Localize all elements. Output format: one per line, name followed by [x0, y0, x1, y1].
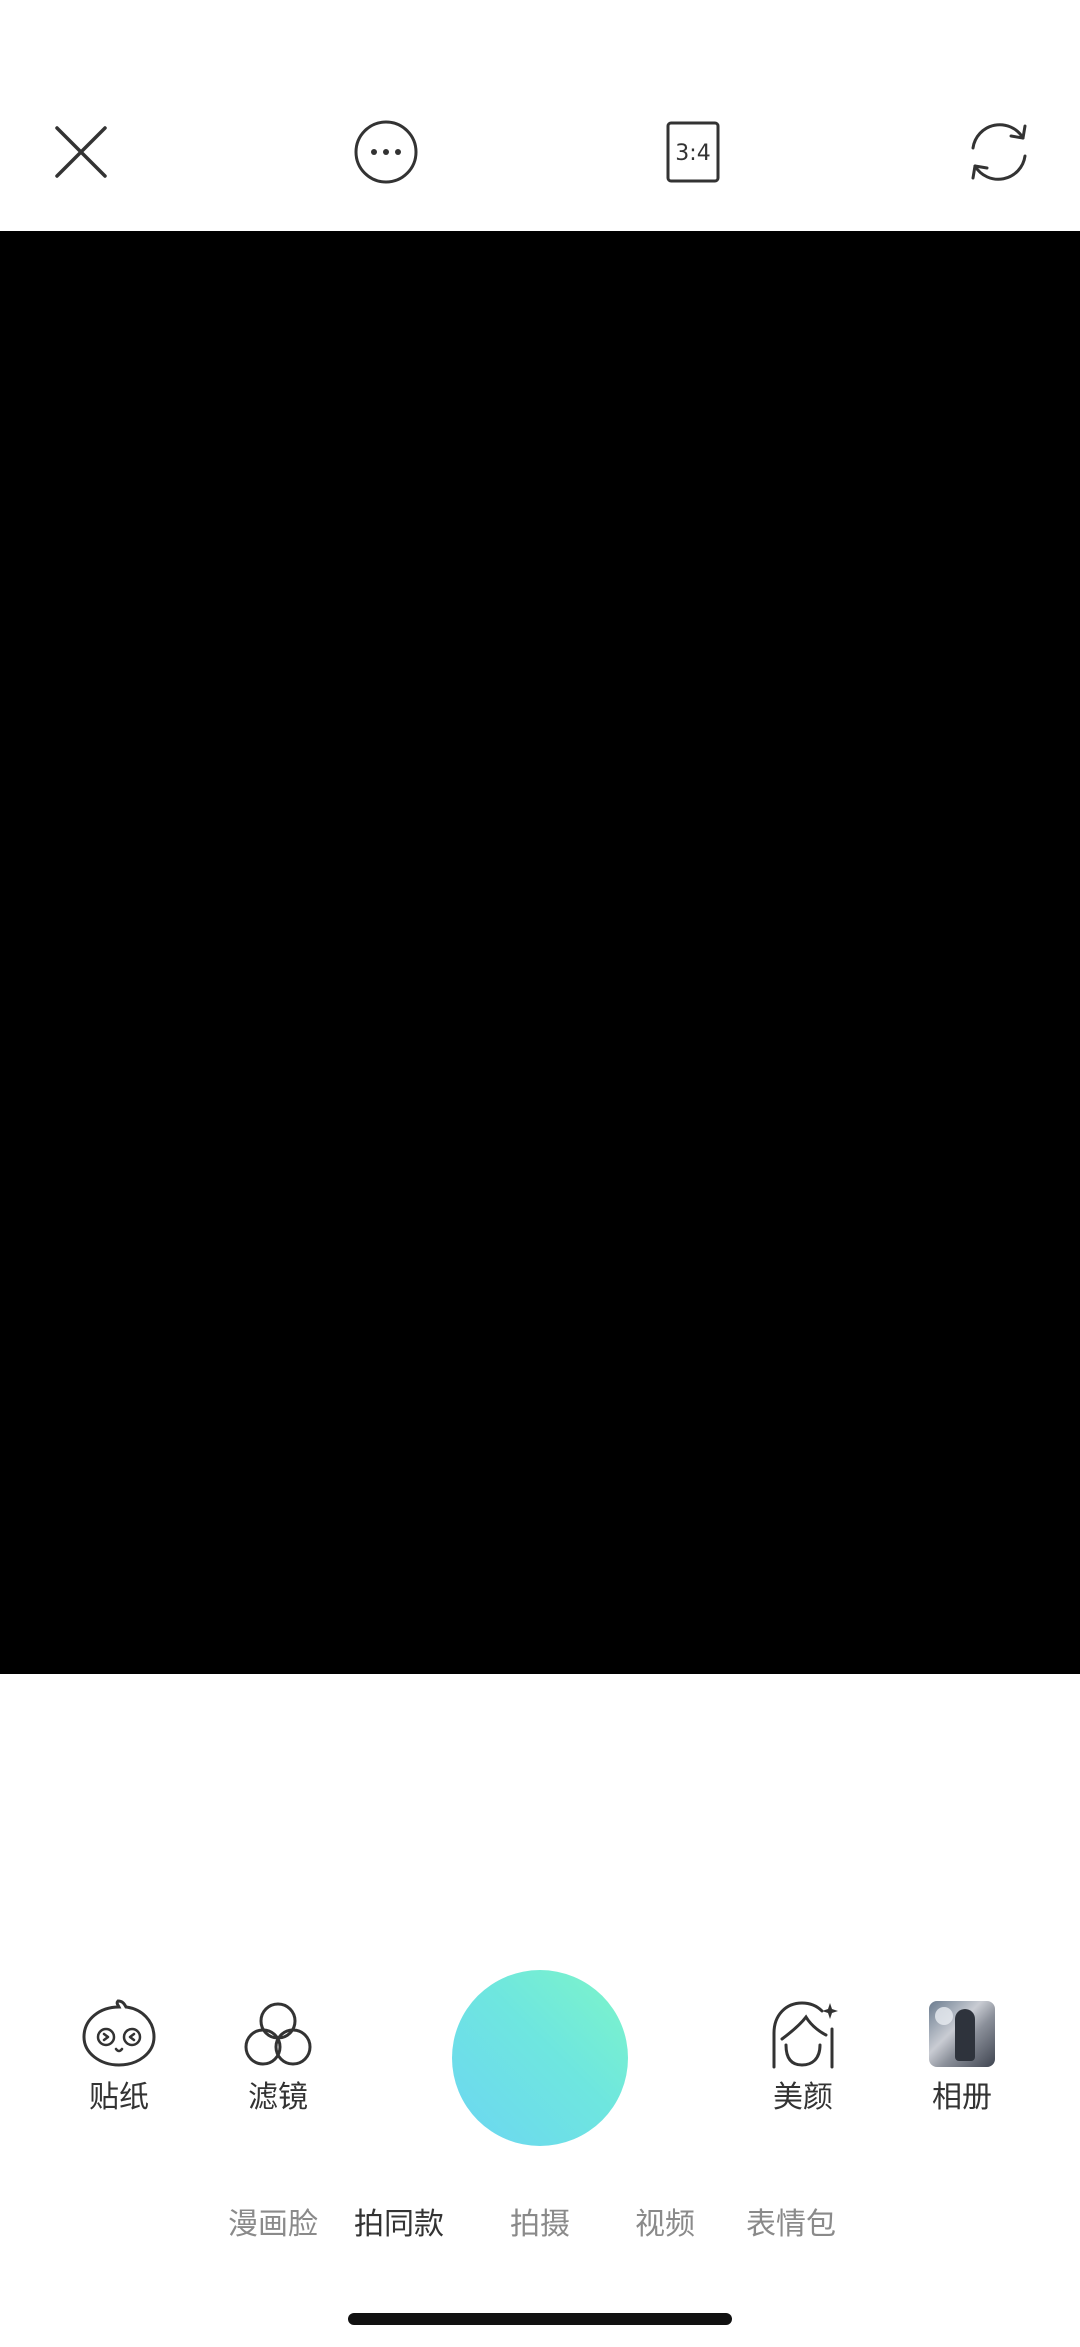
- sticker-button[interactable]: 贴纸: [49, 1998, 189, 2118]
- home-indicator[interactable]: [348, 2313, 732, 2325]
- mode-photo[interactable]: 拍摄: [510, 2203, 570, 2247]
- beauty-button[interactable]: 美颜: [733, 1998, 873, 2118]
- aspect-ratio-icon: 3:4: [666, 121, 720, 183]
- more-options-icon: [354, 120, 418, 184]
- shutter-button[interactable]: [452, 1970, 628, 2146]
- beauty-label: 美颜: [773, 2080, 833, 2115]
- mode-comic-face[interactable]: 漫画脸: [228, 2203, 318, 2247]
- mode-video[interactable]: 视频: [635, 2203, 695, 2247]
- aspect-ratio-button[interactable]: 3:4: [653, 112, 733, 192]
- mode-shoot-same[interactable]: 拍同款: [354, 2203, 444, 2247]
- camera-preview[interactable]: [0, 231, 1080, 1674]
- close-button[interactable]: [41, 112, 121, 192]
- album-button[interactable]: 相册: [892, 1998, 1032, 2118]
- album-label: 相册: [932, 2080, 992, 2115]
- filter-label: 滤镜: [248, 2080, 308, 2115]
- mode-meme[interactable]: 表情包: [746, 2203, 836, 2247]
- mode-selector: 漫画脸 拍同款 拍摄 视频 表情包: [0, 2203, 1080, 2247]
- filter-button[interactable]: 滤镜: [208, 1998, 348, 2118]
- filter-circles-icon: [238, 1998, 318, 2070]
- close-icon: [55, 126, 107, 178]
- top-toolbar: 3:4: [0, 0, 1080, 231]
- beauty-face-icon: [763, 1998, 843, 2070]
- sticker-label: 贴纸: [89, 2080, 149, 2115]
- switch-camera-button[interactable]: [959, 112, 1039, 192]
- switch-camera-icon: [971, 123, 1027, 181]
- aspect-ratio-label: 3:4: [675, 141, 710, 166]
- more-options-button[interactable]: [346, 112, 426, 192]
- sticker-face-icon: [79, 1998, 159, 2070]
- album-thumbnail: [929, 2001, 995, 2067]
